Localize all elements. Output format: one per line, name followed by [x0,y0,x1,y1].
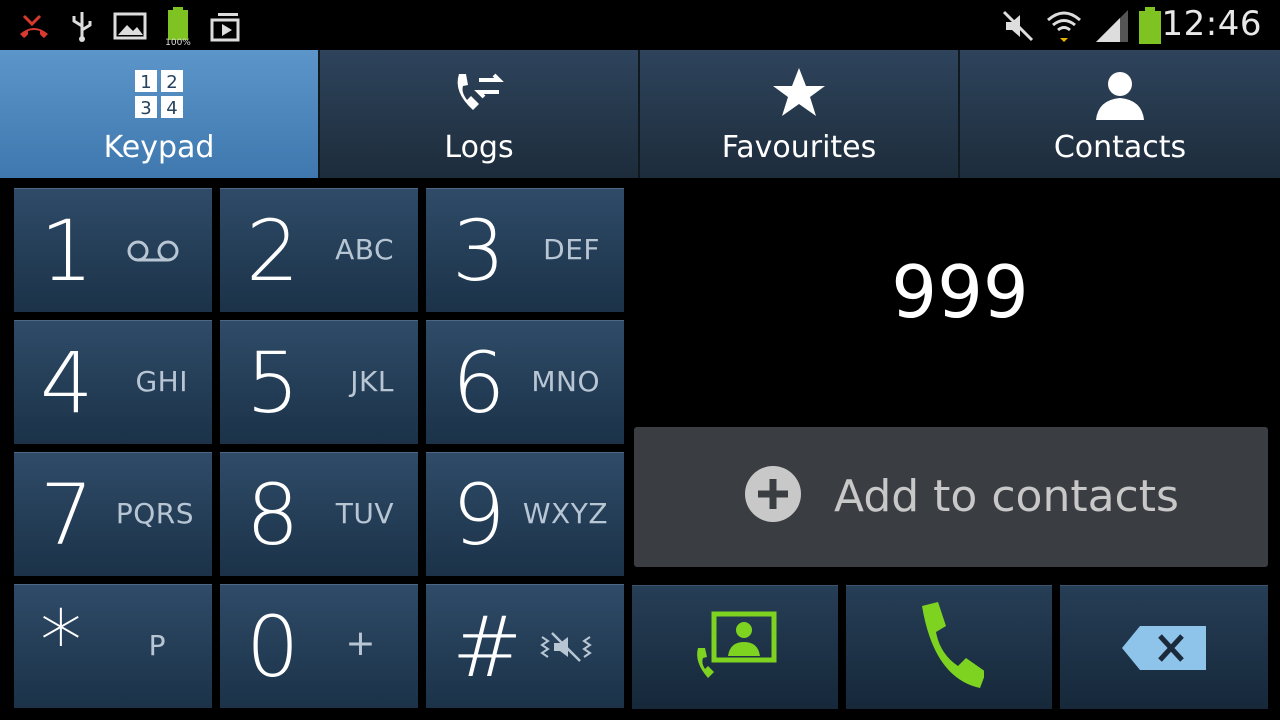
add-to-contacts-button[interactable]: Add to contacts [634,427,1268,567]
call-icon [922,601,984,688]
key-digit: 1 [40,202,94,300]
media-icon [210,13,240,42]
battery-icon: 100% [165,7,191,46]
key-3[interactable]: 3 DEF [426,188,624,312]
key-digit: 7 [40,466,94,564]
key-1[interactable]: 1 [14,188,212,312]
key-digit: # [452,598,523,696]
tab-keypad[interactable]: 1 2 3 4 Keypad [0,50,320,178]
key-9[interactable]: 9 WXYZ [426,452,624,576]
missed-call-icon [20,14,48,38]
key-letters: P [148,629,166,662]
mute-icon [1002,10,1034,42]
key-star[interactable]: * P [14,584,212,708]
tab-logs[interactable]: Logs [320,50,640,178]
key-digit: 3 [452,202,506,300]
signal-icon [1096,10,1128,42]
key-digit: 5 [246,334,300,432]
key-digit: 6 [452,334,506,432]
vibrate-mute-icon [540,632,592,662]
key-letters: + [345,623,376,664]
svg-text:2: 2 [166,72,177,93]
svg-text:4: 4 [166,98,177,119]
voicemail-icon [127,240,179,262]
key-4[interactable]: 4 GHI [14,320,212,444]
status-bar: 100% 12:46 [0,0,1280,50]
tab-favourites-label: Favourites [721,130,877,165]
image-icon [113,12,147,40]
svg-text:1: 1 [140,72,151,93]
svg-text:3: 3 [140,98,151,119]
contact-card-icon [697,611,777,678]
key-hash[interactable]: # [426,584,624,708]
tab-contacts-label: Contacts [1053,130,1187,165]
battery-percent: 100% [165,38,191,46]
key-2[interactable]: 2 ABC [220,188,418,312]
tab-contacts[interactable]: Contacts [960,50,1280,178]
dialed-number: 999 [891,250,1029,334]
key-digit: 4 [40,334,94,432]
tab-logs-label: Logs [444,130,514,165]
call-button[interactable] [846,585,1052,709]
key-7[interactable]: 7 PQRS [14,452,212,576]
tab-keypad-label: Keypad [103,130,215,165]
key-digit: * [40,592,82,690]
tab-bar: 1 2 3 4 Keypad Logs Favourites Contacts [0,50,1280,178]
key-letters: MNO [531,365,600,398]
key-0[interactable]: 0 + [220,584,418,708]
key-digit: 8 [246,466,300,564]
add-to-contacts-label: Add to contacts [834,471,1179,522]
key-letters: WXYZ [522,497,608,530]
contact-icon [1096,72,1144,120]
key-digit: 2 [246,202,300,300]
keypad-icon: 1 2 3 4 [135,70,183,119]
key-8[interactable]: 8 TUV [220,452,418,576]
key-letters: GHI [135,365,188,398]
wifi-icon [1047,11,1081,42]
key-digit: 0 [246,598,300,696]
key-letters: PQRS [115,497,194,530]
usb-icon [72,12,92,42]
key-5[interactable]: 5 JKL [220,320,418,444]
backspace-button[interactable] [1060,585,1268,709]
star-icon [773,68,825,116]
key-digit: 9 [452,466,506,564]
backspace-icon [1122,625,1206,670]
key-letters: TUV [335,497,394,530]
key-letters: DEF [543,233,600,266]
plus-circle-icon [745,466,801,522]
key-letters: JKL [350,365,394,398]
logs-icon [457,73,504,110]
battery-icon [1139,7,1161,44]
clock: 12:46 [1161,4,1262,44]
contact-card-button[interactable] [632,585,838,709]
key-6[interactable]: 6 MNO [426,320,624,444]
key-letters: ABC [335,233,394,266]
tab-favourites[interactable]: Favourites [640,50,960,178]
